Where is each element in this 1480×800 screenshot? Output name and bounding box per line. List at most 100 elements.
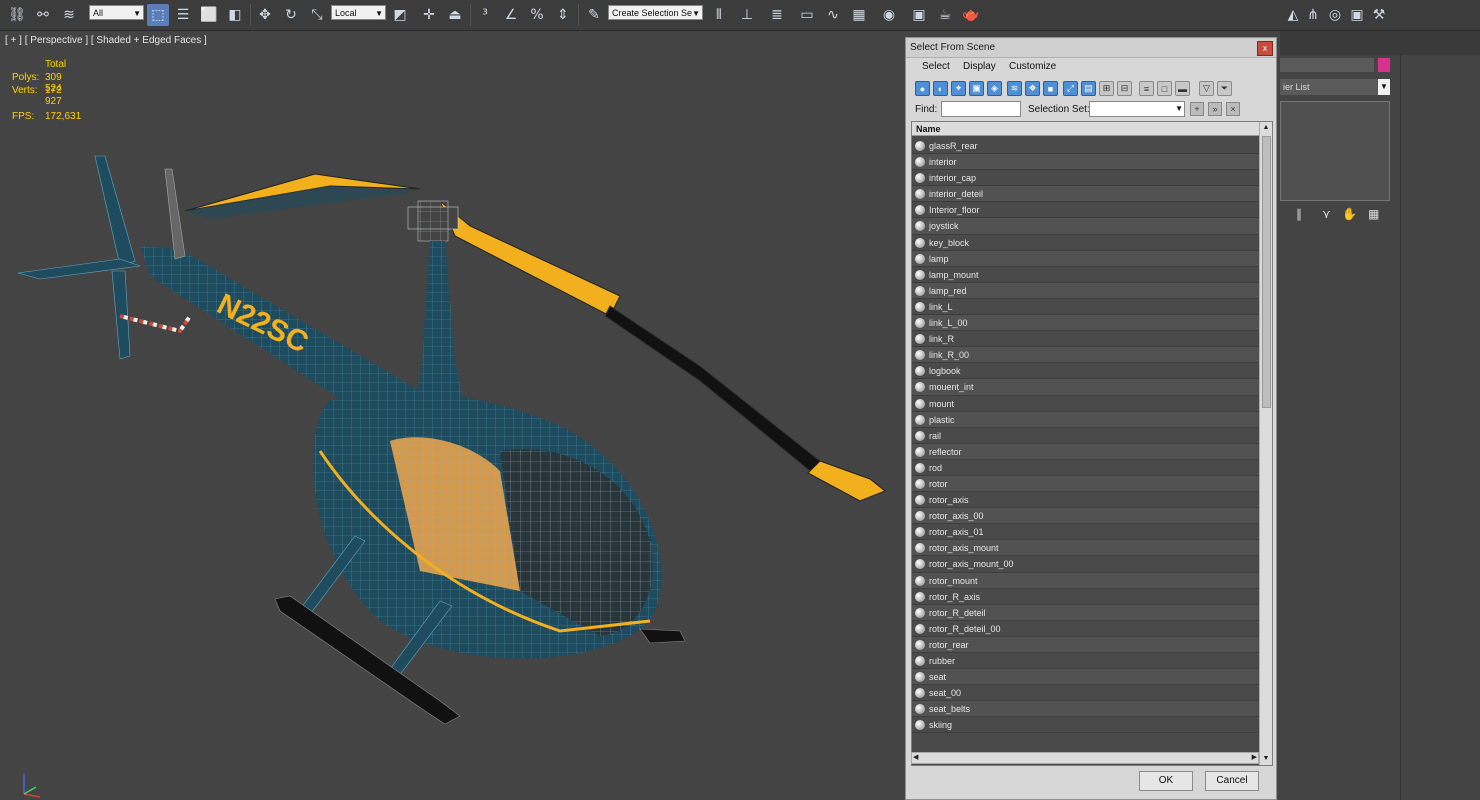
select-by-name-icon[interactable]: ☰ <box>172 4 194 26</box>
percent-snap-icon[interactable]: % <box>526 4 548 26</box>
reference-coord-dropdown[interactable]: Local ▼ <box>331 5 386 20</box>
list-item[interactable]: rotor_R_axis <box>912 588 1260 605</box>
keyboard-shortcut-icon[interactable]: ⏏ <box>444 4 466 26</box>
list-item[interactable]: link_R <box>912 331 1260 348</box>
link-icon[interactable]: ⛓ <box>6 4 28 26</box>
named-selection-dropdown[interactable]: Create Selection Se ▼ <box>608 5 703 20</box>
window-crossing-icon[interactable]: ◧ <box>224 4 246 26</box>
list-item[interactable]: joystick <box>912 218 1260 235</box>
list-item[interactable]: link_L <box>912 298 1260 316</box>
list-item[interactable]: logbook <box>912 363 1260 380</box>
material-editor-icon[interactable]: ◉ <box>878 4 900 26</box>
display-panel-icon[interactable]: ▣ <box>1346 4 1368 26</box>
edit-named-sel-icon[interactable]: ✎ <box>583 4 605 26</box>
list-item[interactable]: rubber <box>912 653 1260 670</box>
menu-select[interactable]: Select <box>922 61 950 72</box>
list-item[interactable]: interior <box>912 154 1260 171</box>
object-color-swatch[interactable] <box>1378 58 1390 72</box>
list-item[interactable]: mount <box>912 395 1260 412</box>
list-item[interactable]: rotor <box>912 475 1260 493</box>
scroll-right-icon[interactable]: ▶ <box>1252 753 1257 761</box>
list-item[interactable]: Interior_floor <box>912 202 1260 219</box>
object-name-field[interactable] <box>1280 58 1374 72</box>
list-item[interactable]: link_R_00 <box>912 347 1260 364</box>
render-icon[interactable]: 🫖 <box>960 4 982 26</box>
display-xrefs-icon[interactable]: ■ <box>1043 81 1058 96</box>
modifier-stack[interactable] <box>1280 101 1390 201</box>
unlink-icon[interactable]: ⚯ <box>32 4 54 26</box>
curve-editor-icon[interactable]: ∿ <box>822 4 844 26</box>
scroll-down-icon[interactable]: ▼ <box>1260 753 1272 765</box>
display-cameras-icon[interactable]: ▣ <box>969 81 984 96</box>
menu-display[interactable]: Display <box>963 61 996 72</box>
list-item[interactable]: link_L_00 <box>912 315 1260 332</box>
list-item[interactable]: seat_belts <box>912 701 1260 718</box>
scroll-thumb[interactable] <box>1262 136 1271 408</box>
scroll-left-icon[interactable]: ◀ <box>913 753 918 761</box>
cancel-button[interactable]: Cancel <box>1205 771 1259 791</box>
list-item[interactable]: glassR_rear <box>912 138 1260 155</box>
list-item[interactable]: rotor_R_deteil <box>912 604 1260 621</box>
display-frozen-icon[interactable]: ⊞ <box>1099 81 1114 96</box>
remove-from-selection-set-icon[interactable]: × <box>1226 102 1240 116</box>
pivot-icon[interactable]: ◩ <box>389 4 411 26</box>
rendered-frame-icon[interactable]: ☕ <box>934 4 956 26</box>
move-icon[interactable]: ✥ <box>254 4 276 26</box>
display-shapes-icon[interactable]: ◐ <box>933 81 948 96</box>
list-item[interactable]: skiing <box>912 717 1260 734</box>
utilities-panel-icon[interactable]: ⚒ <box>1368 4 1390 26</box>
vertical-scrollbar[interactable]: ▲ ▼ <box>1259 122 1272 765</box>
angle-snap-icon[interactable]: ∠ <box>500 4 522 26</box>
scroll-up-icon[interactable]: ▲ <box>1260 122 1272 134</box>
filter-options-icon[interactable]: ⏷ <box>1217 81 1232 96</box>
list-item[interactable]: rotor_axis_00 <box>912 508 1260 525</box>
display-lights-icon[interactable]: ✦ <box>951 81 966 96</box>
selection-filter-dropdown[interactable]: All ▼ <box>89 5 144 20</box>
list-item[interactable]: key_block <box>912 234 1260 251</box>
create-panel-icon[interactable]: ◭ <box>1282 4 1304 26</box>
select-object-icon[interactable]: ⬚ <box>147 4 169 26</box>
show-end-result-icon[interactable]: ⋎ <box>1322 207 1331 221</box>
list-item[interactable]: rail <box>912 427 1260 444</box>
hierarchy-panel-icon[interactable]: ⋔ <box>1302 4 1324 26</box>
ok-button[interactable]: OK <box>1139 771 1193 791</box>
scale-icon[interactable]: ⤡ <box>306 4 328 26</box>
rect-selection-icon[interactable]: ⬜ <box>198 4 220 26</box>
list-item[interactable]: reflector <box>912 443 1260 460</box>
list-item[interactable]: rotor_axis_mount_00 <box>912 556 1260 573</box>
close-button[interactable]: x <box>1257 41 1273 56</box>
rotate-icon[interactable]: ↻ <box>280 4 302 26</box>
layer-manager-icon[interactable]: ≣ <box>766 4 788 26</box>
list-item[interactable]: plastic <box>912 411 1260 428</box>
display-geometry-icon[interactable]: ● <box>915 81 930 96</box>
pin-stack-icon[interactable]: ∥ <box>1296 207 1302 221</box>
list-item[interactable]: lamp <box>912 250 1260 267</box>
configure-modifier-sets-icon[interactable]: ▦ <box>1368 207 1379 221</box>
list-item[interactable]: interior_deteil <box>912 186 1260 203</box>
display-bones-icon[interactable]: ⤢ <box>1063 81 1078 96</box>
list-item[interactable]: lamp_mount <box>912 266 1260 283</box>
bind-space-warp-icon[interactable]: ≋ <box>58 4 80 26</box>
perspective-viewport[interactable]: [ + ] [ Perspective ] [ Shaded + Edged F… <box>0 31 903 800</box>
dialog-title[interactable]: Select From Scene <box>906 38 1276 58</box>
display-groups-icon[interactable]: ❖ <box>1025 81 1040 96</box>
menu-customize[interactable]: Customize <box>1009 61 1056 72</box>
list-item[interactable]: rotor_rear <box>912 636 1260 653</box>
mirror-icon[interactable]: ⫴ <box>708 4 730 26</box>
select-manipulate-icon[interactable]: ✛ <box>418 4 440 26</box>
column-header-name[interactable]: Name <box>912 122 1260 136</box>
selection-set-dropdown[interactable]: ▼ <box>1089 101 1185 117</box>
list-item[interactable]: mouent_int <box>912 379 1260 396</box>
create-selection-set-icon[interactable]: + <box>1190 102 1204 116</box>
modifier-list-dropdown[interactable]: ier List ▼ <box>1280 79 1390 95</box>
add-to-selection-set-icon[interactable]: » <box>1208 102 1222 116</box>
select-all-icon[interactable]: ≡ <box>1139 81 1154 96</box>
list-item[interactable]: rotor_axis_mount <box>912 540 1260 557</box>
motion-panel-icon[interactable]: ◎ <box>1324 4 1346 26</box>
schematic-view-icon[interactable]: ▦ <box>848 4 870 26</box>
make-unique-icon[interactable]: ✋ <box>1342 207 1357 221</box>
list-item[interactable]: interior_cap <box>912 170 1260 187</box>
find-input[interactable] <box>941 101 1021 117</box>
align-icon[interactable]: ⊥ <box>736 4 758 26</box>
list-item[interactable]: seat <box>912 669 1260 686</box>
